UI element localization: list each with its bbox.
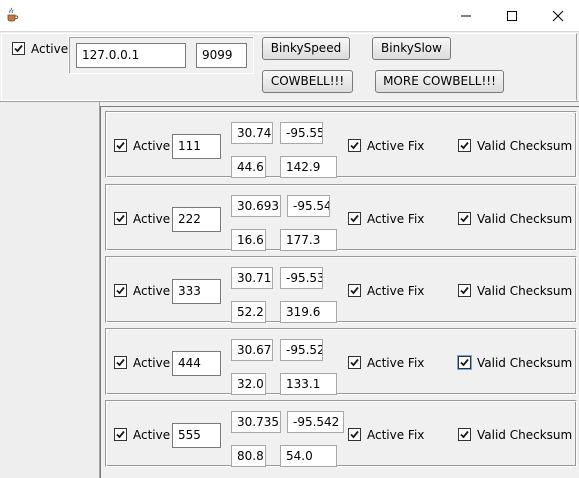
tracker-id-field[interactable]: 333 [172, 279, 221, 304]
value2-field[interactable]: 177.3 [280, 229, 337, 251]
tracker-id-field[interactable]: 555 [172, 423, 221, 448]
longitude-field[interactable]: -95.55 [280, 122, 323, 144]
more-cowbell-button[interactable]: MORE COWBELL!!! [375, 70, 504, 93]
value1-field[interactable]: 44.6 [231, 156, 266, 178]
latitude-field[interactable]: 30.74 [231, 122, 273, 144]
value2-field[interactable]: 54.0 [280, 445, 337, 467]
tracker-row: Active 222 30.693 -95.54 16.6 177.3 Acti… [105, 184, 577, 251]
row-active-label: Active [133, 284, 171, 298]
valid-checksum-checkbox[interactable] [457, 355, 472, 370]
longitude-field[interactable]: -95.54 [287, 195, 330, 217]
valid-checksum-checkbox[interactable] [458, 428, 471, 441]
value1-field[interactable]: 80.8 [231, 445, 266, 467]
row-active-checkbox[interactable] [114, 139, 127, 152]
valid-checksum-label: Valid Checksum [477, 356, 573, 370]
binky-slow-button[interactable]: BinkySlow [372, 37, 451, 60]
port-field[interactable]: 9099 [196, 43, 247, 68]
active-fix-checkbox[interactable] [348, 212, 361, 225]
valid-checksum-checkbox[interactable] [458, 139, 471, 152]
value2-field[interactable]: 133.1 [280, 373, 337, 395]
value1-field[interactable]: 52.2 [231, 301, 266, 323]
minimize-button[interactable] [443, 0, 489, 31]
row-active-label: Active [133, 356, 171, 370]
tracker-row: Active 111 30.74 -95.55 44.6 142.9 Activ… [105, 111, 577, 178]
close-button[interactable] [535, 0, 579, 31]
active-fix-checkbox[interactable] [348, 356, 361, 369]
top-active-checkbox[interactable] [12, 42, 25, 55]
row-active-checkbox[interactable] [114, 356, 127, 369]
row-active-checkbox[interactable] [114, 212, 127, 225]
connection-panel: Active 127.0.0.1 9099 BinkySpeed BinkySl… [0, 31, 579, 102]
valid-checksum-label: Valid Checksum [477, 284, 573, 298]
latitude-field[interactable]: 30.67 [231, 339, 273, 361]
top-active-label: Active [31, 42, 69, 56]
latitude-field[interactable]: 30.693 [231, 195, 281, 217]
active-fix-label: Active Fix [367, 284, 425, 298]
cowbell-button[interactable]: COWBELL!!! [262, 70, 353, 93]
row-active-label: Active [133, 139, 171, 153]
active-fix-label: Active Fix [367, 428, 425, 442]
tracker-row: Active 444 30.67 -95.52 32.0 133.1 Activ… [105, 328, 577, 395]
valid-checksum-label: Valid Checksum [477, 428, 573, 442]
value1-field[interactable]: 16.6 [231, 229, 266, 251]
value2-field[interactable]: 142.9 [280, 156, 337, 178]
value2-field[interactable]: 319.6 [280, 301, 337, 323]
active-fix-checkbox[interactable] [348, 428, 361, 441]
title-bar [0, 0, 579, 31]
active-fix-checkbox[interactable] [348, 284, 361, 297]
row-active-checkbox[interactable] [114, 428, 127, 441]
value1-field[interactable]: 32.0 [231, 373, 266, 395]
valid-checksum-checkbox[interactable] [458, 212, 471, 225]
active-fix-label: Active Fix [367, 139, 425, 153]
active-fix-label: Active Fix [367, 212, 425, 226]
row-active-label: Active [133, 428, 171, 442]
latitude-field[interactable]: 30.735 [231, 411, 281, 433]
valid-checksum-label: Valid Checksum [477, 139, 573, 153]
tracker-row: Active 555 30.735 -95.542 80.8 54.0 Acti… [105, 400, 577, 467]
valid-checksum-label: Valid Checksum [477, 212, 573, 226]
host-field[interactable]: 127.0.0.1 [76, 43, 186, 68]
longitude-field[interactable]: -95.52 [280, 339, 323, 361]
left-panel [0, 102, 100, 478]
longitude-field[interactable]: -95.542 [287, 411, 344, 433]
active-fix-checkbox[interactable] [348, 139, 361, 152]
tracker-id-field[interactable]: 111 [172, 134, 221, 159]
latitude-field[interactable]: 30.71 [231, 267, 273, 289]
row-active-checkbox[interactable] [114, 284, 127, 297]
valid-checksum-checkbox[interactable] [458, 284, 471, 297]
longitude-field[interactable]: -95.53 [280, 267, 323, 289]
active-fix-label: Active Fix [367, 356, 425, 370]
binky-speed-button[interactable]: BinkySpeed [262, 37, 350, 60]
tracker-id-field[interactable]: 444 [172, 351, 221, 376]
tracker-row: Active 333 30.71 -95.53 52.2 319.6 Activ… [105, 256, 577, 323]
row-active-label: Active [133, 212, 171, 226]
tracker-id-field[interactable]: 222 [172, 207, 221, 232]
java-coffee-icon [4, 7, 20, 23]
tracker-list[interactable]: Active 111 30.74 -95.55 44.6 142.9 Activ… [100, 106, 579, 478]
maximize-button[interactable] [489, 0, 535, 31]
